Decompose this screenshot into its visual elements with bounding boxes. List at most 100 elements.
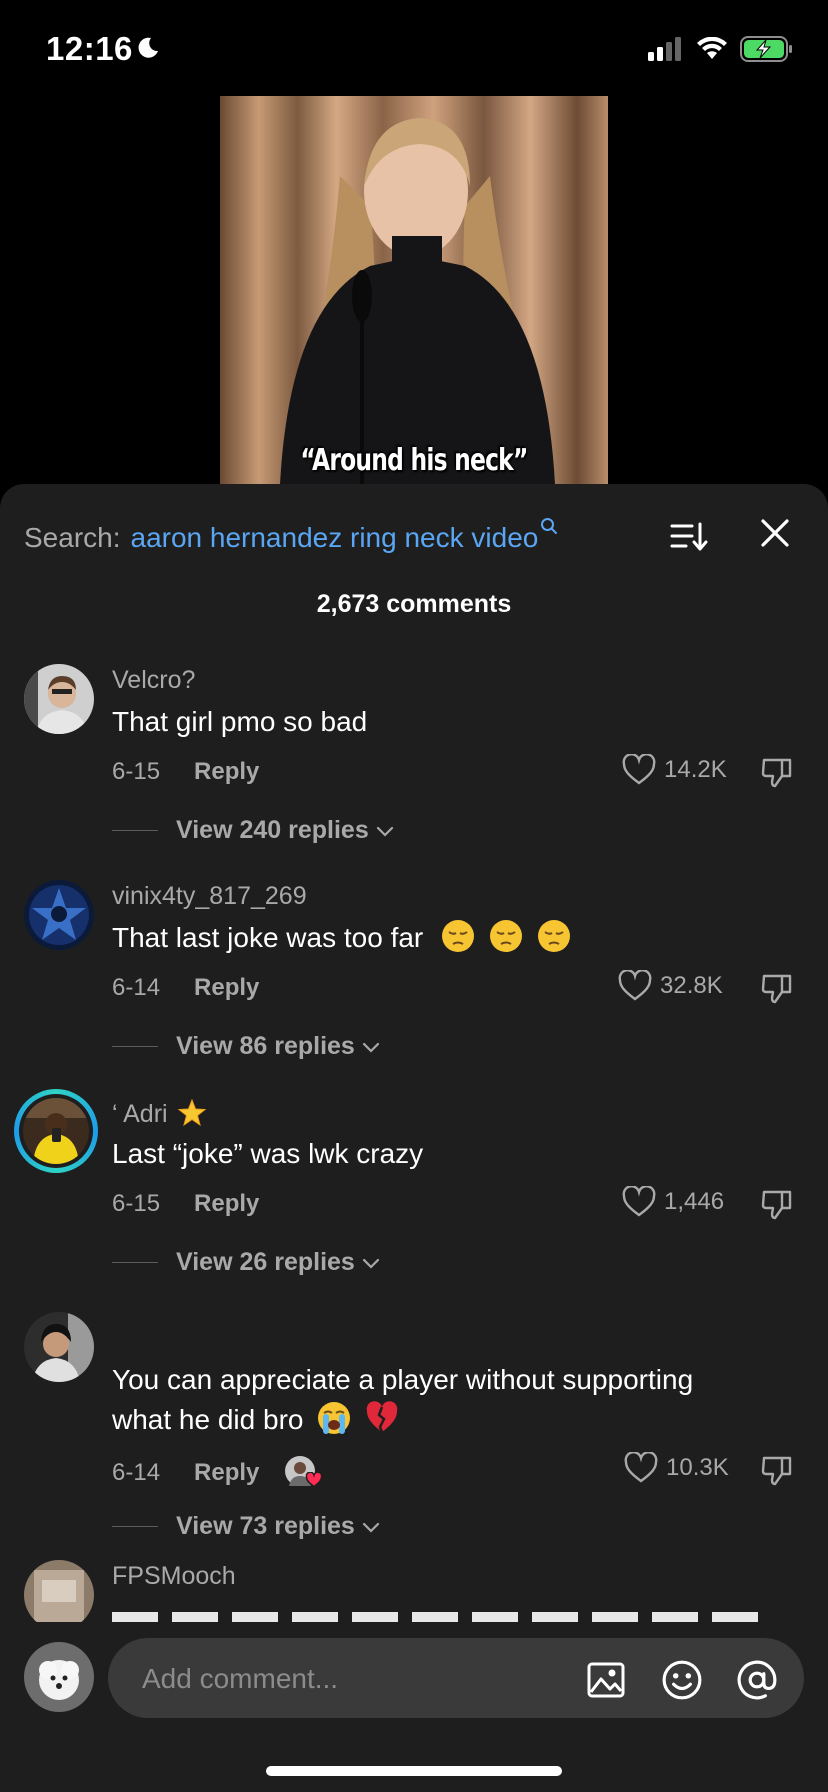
like-count: 32.8K [660, 972, 723, 999]
comment-text: You can appreciate a player without supp… [112, 1360, 792, 1440]
video-frame-illustration [280, 118, 555, 484]
close-icon[interactable] [758, 516, 792, 550]
comment-date: 6-14 [112, 974, 161, 1001]
comment-meta: 6-15 Reply [112, 1190, 259, 1218]
comment-meta: 6-14 Reply [112, 974, 259, 1002]
comment-text: That girl pmo so bad [112, 706, 368, 737]
search-icon [541, 518, 558, 534]
comment-date: 6-14 [112, 1459, 161, 1486]
search-label: Search: [24, 522, 121, 553]
dislike-icon[interactable] [760, 1454, 794, 1488]
comment-username[interactable]: FPSMooch [112, 1562, 236, 1591]
avatar[interactable] [24, 664, 94, 734]
comment-text: That last joke was too far [112, 918, 792, 958]
comment-input-container [108, 1638, 804, 1720]
view-replies-label: View 26 replies [176, 1248, 355, 1276]
divider-line [112, 1262, 158, 1263]
avatar-image [24, 664, 94, 734]
search-suggestion[interactable]: Search: aaron hernandez ring neck video [24, 514, 558, 562]
comment-date: 6-15 [112, 758, 161, 785]
divider-line [112, 830, 158, 831]
broken-heart-emoji [366, 1401, 398, 1433]
comment-text-line-2: what he did bro [112, 1400, 792, 1440]
avatar[interactable] [24, 1312, 94, 1382]
view-replies-button[interactable]: View 86 replies [112, 1032, 381, 1061]
loudly-crying-face-emoji [318, 1402, 351, 1434]
truncated-comment-text [112, 1612, 762, 1622]
view-replies-label: View 240 replies [176, 816, 369, 844]
video-player[interactable]: “Around his neck” [220, 96, 608, 484]
comment-date: 6-15 [112, 1190, 161, 1217]
dislike-icon[interactable] [760, 756, 794, 790]
mention-icon[interactable] [736, 1659, 778, 1701]
status-bar: 12:16 [0, 0, 828, 96]
image-icon[interactable] [586, 1660, 626, 1700]
signal-icon [648, 37, 681, 61]
dislike-icon[interactable] [760, 1188, 794, 1222]
avatar[interactable] [24, 1560, 94, 1622]
creator-liked-badge [285, 1456, 323, 1490]
view-replies-button[interactable]: View 73 replies [112, 1512, 381, 1541]
divider-line [112, 1526, 158, 1527]
status-icons [648, 36, 794, 62]
avatar-image [24, 1560, 94, 1622]
comment-username[interactable]: vinix4ty_817_269 [112, 882, 307, 911]
comment-count: 2,673 comments [316, 590, 512, 618]
like-count: 1,446 [664, 1188, 725, 1215]
reply-button[interactable]: Reply [194, 758, 259, 786]
avatar[interactable] [24, 880, 94, 950]
comment-meta: 6-14 Reply [112, 1456, 323, 1490]
comment-text-line: You can appreciate a player without supp… [112, 1364, 694, 1395]
heart-icon [622, 1186, 656, 1217]
pensive-face-emoji [489, 920, 522, 952]
heart-icon [622, 754, 656, 785]
glowing-star-emoji [177, 1098, 206, 1127]
comment-username[interactable]: Velcro? [112, 666, 195, 695]
like-button[interactable]: 32.8K [618, 970, 723, 1002]
reply-button[interactable]: Reply [194, 974, 259, 1002]
comment-username[interactable]: ‘ Adri [112, 1098, 207, 1129]
avatar-image [24, 1642, 94, 1712]
like-button[interactable]: 14.2K [622, 754, 727, 786]
comment-text-content: That last joke was too far [112, 922, 424, 953]
video-caption: “Around his neck” [300, 443, 528, 478]
emoji-icon[interactable] [661, 1659, 703, 1701]
view-replies-label: View 73 replies [176, 1512, 355, 1540]
sort-icon[interactable] [668, 516, 708, 556]
avatar [23, 1098, 89, 1164]
heart-icon [624, 1452, 658, 1483]
chevron-down-icon [376, 826, 393, 837]
comments-sheet: Search: aaron hernandez ring neck video … [0, 484, 828, 1792]
chevron-down-icon [362, 1522, 379, 1533]
like-button[interactable]: 10.3K [624, 1452, 729, 1484]
avatar-image [24, 1312, 94, 1382]
divider-line [112, 1046, 158, 1047]
reply-button[interactable]: Reply [194, 1459, 259, 1487]
liked-heart-icon [306, 1472, 323, 1488]
comment-text: Last “joke” was lwk crazy [112, 1138, 424, 1169]
like-count: 14.2K [664, 756, 727, 783]
view-replies-label: View 86 replies [176, 1032, 355, 1060]
pensive-face-emoji [537, 920, 570, 952]
view-replies-button[interactable]: View 26 replies [112, 1248, 381, 1277]
like-button[interactable]: 1,446 [622, 1186, 724, 1218]
comment-list[interactable]: Velcro? That girl pmo so bad 6-15 Reply … [0, 654, 828, 1622]
battery-charging-icon [740, 36, 792, 62]
wifi-icon [697, 37, 727, 59]
comment-meta: 6-15 Reply [112, 758, 259, 786]
dislike-icon[interactable] [760, 972, 794, 1006]
avatar-image [23, 1098, 89, 1164]
chevron-down-icon [362, 1042, 379, 1053]
comment-input[interactable] [140, 1638, 564, 1720]
search-query-link[interactable]: aaron hernandez ring neck video [131, 522, 539, 554]
home-indicator[interactable] [266, 1766, 562, 1776]
avatar-story-ring[interactable] [14, 1089, 98, 1173]
reply-button[interactable]: Reply [194, 1190, 259, 1218]
view-replies-button[interactable]: View 240 replies [112, 816, 395, 845]
comment-text-content: what he did bro [112, 1404, 304, 1435]
chevron-down-icon [362, 1258, 379, 1269]
username-text: ‘ Adri [112, 1100, 168, 1128]
my-avatar[interactable] [24, 1642, 94, 1712]
avatar-image [24, 880, 94, 950]
moon-icon [138, 37, 158, 58]
